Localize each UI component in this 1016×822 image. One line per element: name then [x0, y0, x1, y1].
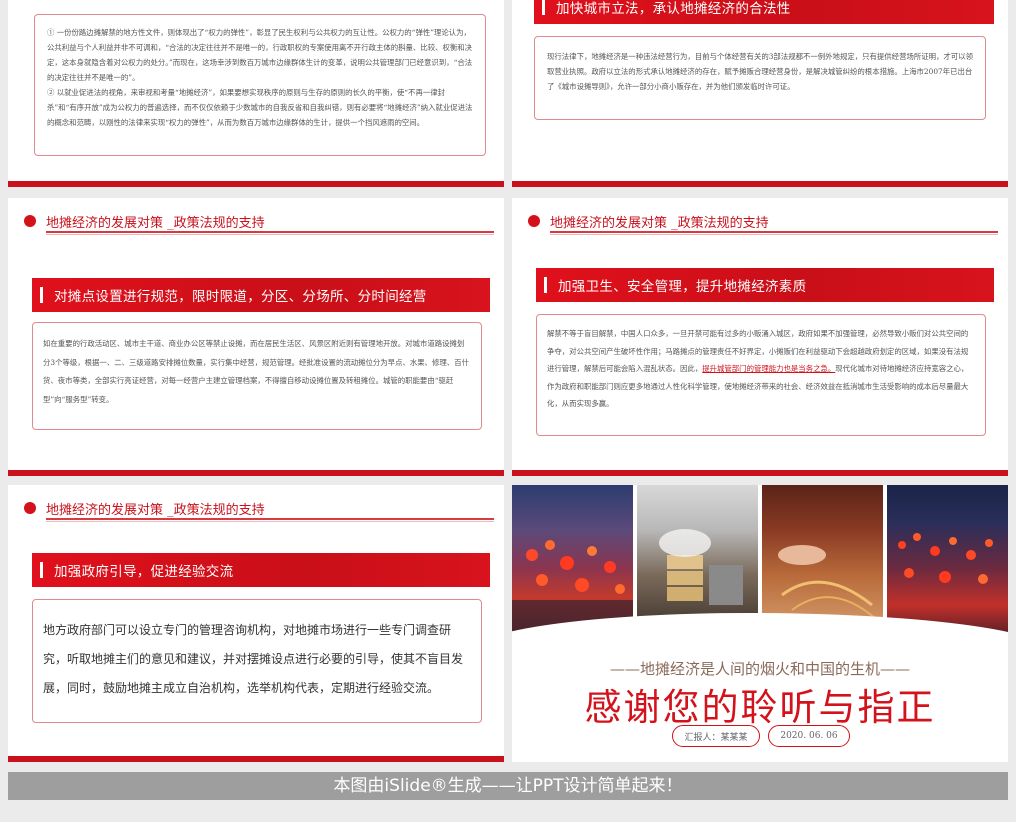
slide-safety-management: 地摊经济的发展对策 _政策法规的支持 加强卫生、安全管理，提升地摊经济素质 解禁… — [512, 198, 1008, 476]
text-box: 解禁不等于盲目解禁，中国人口众多，一旦开禁可能有过多的小贩涌入城区，政府如果不加… — [536, 314, 986, 436]
section-title: 加强卫生、安全管理，提升地摊经济素质 — [558, 279, 807, 295]
slide-header-title: 地摊经济的发展对策 _政策法规的支持 — [550, 216, 769, 231]
bullet-dot-icon — [24, 215, 36, 227]
section-title-bar: 加快城市立法，承认地摊经济的合法性 — [534, 0, 994, 24]
slide-header: 地摊经济的发展对策 _政策法规的支持 — [24, 498, 494, 522]
slide-government-guidance: 地摊经济的发展对策 _政策法规的支持 加强政府引导，促进经验交流 地方政府部门可… — [8, 485, 504, 762]
slide-urban-legislation: 加快城市立法，承认地摊经济的合法性 现行法律下，地摊经济是一种违法经营行为，目前… — [512, 0, 1008, 187]
slide-header: 地摊经济的发展对策 _政策法规的支持 — [24, 211, 494, 235]
section-title: 加快城市立法，承认地摊经济的合法性 — [556, 1, 791, 17]
reporter-badge: 汇报人：某某某 — [672, 725, 760, 747]
paragraph-2: ② 以就业促进法的视角，来审视和考量“地摊经济”，如果要想实现秩序的原则与生存的… — [47, 88, 473, 127]
body-text: 解禁不等于盲目解禁，中国人口众多，一旦开禁可能有过多的小贩涌入城区，政府如果不加… — [547, 325, 975, 413]
bullet-dot-icon — [528, 215, 540, 227]
highlighted-text: 提升城管部门的管理能力也是当务之急。 — [702, 364, 836, 373]
section-title-bar: 加强政府引导，促进经验交流 — [32, 553, 490, 587]
text-box: 如在重要的行政活动区、城市主干道、商业办公区等禁止设摊，而在居民生活区、风景区附… — [32, 322, 482, 430]
text-box: 地方政府部门可以设立专门的管理咨询机构，对地摊市场进行一些专门调查研究，听取地摊… — [32, 599, 482, 723]
slide-thank-you: ——地摊经济是人间的烟火和中国的生机—— 感谢您的聆听与指正 汇报人：某某某 2… — [512, 485, 1008, 762]
footer-text: 本图由iSlide®生成——让PPT设计简单起来！ — [333, 776, 683, 796]
section-title: 对摊点设置进行规范，限时限道，分区、分场所、分时间经营 — [54, 289, 427, 305]
text-box: ① 一份份路边摊解禁的地方性文件，则体现出了“权力的弹性”，彰显了民生权利与公共… — [34, 14, 486, 156]
date-label: 2020. 06. 06 — [780, 731, 838, 741]
header-divider — [46, 231, 494, 235]
thanks-subtitle: ——地摊经济是人间的烟火和中国的生机—— — [609, 660, 910, 678]
header-divider — [550, 231, 998, 235]
section-title-bar: 对摊点设置进行规范，限时限道，分区、分场所、分时间经营 — [32, 278, 490, 312]
text-box: 现行法律下，地摊经济是一种违法经营行为，目前与个体经营有关的3部法规都不一例外地… — [534, 36, 986, 120]
paragraph-1: ① 一份份路边摊解禁的地方性文件，则体现出了“权力的弹性”，彰显了民生权利与公共… — [47, 28, 473, 82]
slide-legal-elasticity: ① 一份份路边摊解禁的地方性文件，则体现出了“权力的弹性”，彰显了民生权利与公共… — [8, 0, 504, 187]
body-text: 现行法律下，地摊经济是一种违法经营行为，目前与个体经营有关的3部法规都不一例外地… — [547, 52, 973, 91]
footer-banner: 本图由iSlide®生成——让PPT设计简单起来！ — [8, 772, 1008, 800]
lantern-street-photo — [887, 485, 1008, 635]
section-title: 加强政府引导，促进经验交流 — [54, 564, 234, 580]
slide-header-title: 地摊经济的发展对策 _政策法规的支持 — [46, 216, 265, 231]
slide-header: 地摊经济的发展对策 _政策法规的支持 — [528, 211, 998, 235]
date-badge: 2020. 06. 06 — [768, 725, 850, 747]
thanks-title: 感谢您的聆听与指正 — [584, 686, 936, 729]
section-title-bar: 加强卫生、安全管理，提升地摊经济素质 — [536, 268, 994, 302]
bullet-dot-icon — [24, 502, 36, 514]
body-text: 地方政府部门可以设立专门的管理咨询机构，对地摊市场进行一些专门调查研究，听取地摊… — [43, 623, 464, 695]
header-divider — [46, 518, 494, 522]
slide-header-title: 地摊经济的发展对策 _政策法规的支持 — [46, 503, 265, 518]
body-text: 如在重要的行政活动区、城市主干道、商业办公区等禁止设摊，而在居民生活区、风景区附… — [43, 339, 469, 404]
slide-stall-regulation: 地摊经济的发展对策 _政策法规的支持 对摊点设置进行规范，限时限道，分区、分场所… — [8, 198, 504, 476]
reporter-label: 汇报人：某某某 — [684, 732, 748, 743]
night-market-photo — [512, 485, 633, 635]
